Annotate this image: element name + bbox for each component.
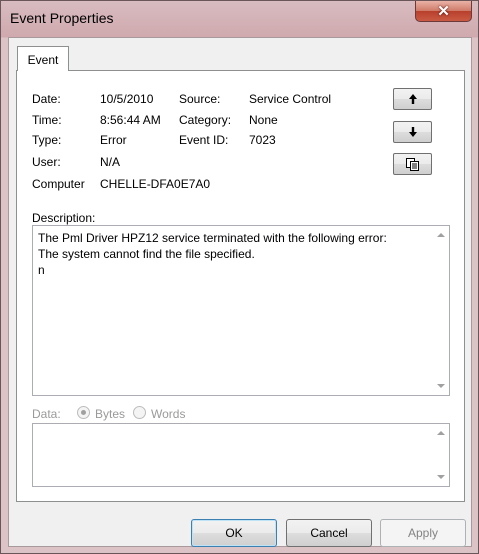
event-properties-window: Event Properties ✕ Event Date: 10/5/2010… [0, 0, 479, 554]
close-button[interactable]: ✕ [415, 1, 472, 22]
computer-label: Computer [32, 177, 85, 191]
bytes-radio[interactable] [77, 406, 90, 419]
event-id-value: 7023 [249, 133, 276, 147]
copy-icon [406, 158, 419, 171]
title-bar[interactable]: Event Properties ✕ [1, 1, 478, 37]
copy-event-button[interactable] [393, 153, 432, 175]
time-label: Time: [32, 113, 62, 127]
radio-selected-dot [81, 410, 86, 415]
cancel-button[interactable]: Cancel [286, 519, 372, 547]
window-title: Event Properties [10, 10, 114, 26]
tab-event-label: Event [27, 53, 59, 67]
date-value: 10/5/2010 [100, 92, 154, 106]
arrow-down-icon [409, 127, 417, 137]
apply-button[interactable]: Apply [380, 519, 466, 547]
source-value: Service Control [249, 92, 332, 106]
previous-event-button[interactable] [393, 88, 432, 110]
scroll-up-icon[interactable] [437, 431, 445, 435]
arrow-up-icon [409, 94, 417, 104]
data-scrollbar[interactable] [432, 424, 449, 486]
user-value: N/A [100, 155, 121, 169]
data-label: Data: [32, 407, 61, 421]
time-value: 8:56:44 AM [100, 113, 161, 127]
user-label: User: [32, 155, 61, 169]
tab-event[interactable]: Event [17, 46, 69, 71]
scroll-down-icon[interactable] [437, 384, 445, 388]
event-id-label: Event ID: [179, 133, 229, 147]
description-textbox[interactable]: The Pml Driver HPZ12 service terminated … [32, 225, 450, 396]
description-scrollbar[interactable] [432, 226, 449, 395]
data-textbox[interactable] [32, 423, 450, 487]
source-label: Source: [179, 92, 221, 106]
description-text[interactable]: The Pml Driver HPZ12 service terminated … [38, 230, 390, 278]
scroll-down-icon[interactable] [437, 475, 445, 479]
words-radio-label[interactable]: Words [151, 407, 185, 421]
computer-value: CHELLE-DFA0E7A0 [100, 177, 211, 191]
description-label: Description: [32, 211, 96, 225]
close-icon: ✕ [437, 3, 450, 20]
type-label: Type: [32, 133, 62, 147]
category-value: None [249, 113, 278, 127]
scroll-up-icon[interactable] [437, 233, 445, 237]
date-label: Date: [32, 92, 61, 106]
bytes-radio-label[interactable]: Bytes [95, 407, 125, 421]
type-value: Error [100, 133, 127, 147]
category-label: Category: [179, 113, 232, 127]
next-event-button[interactable] [393, 121, 432, 143]
words-radio[interactable] [133, 406, 146, 419]
ok-button[interactable]: OK [191, 519, 277, 547]
